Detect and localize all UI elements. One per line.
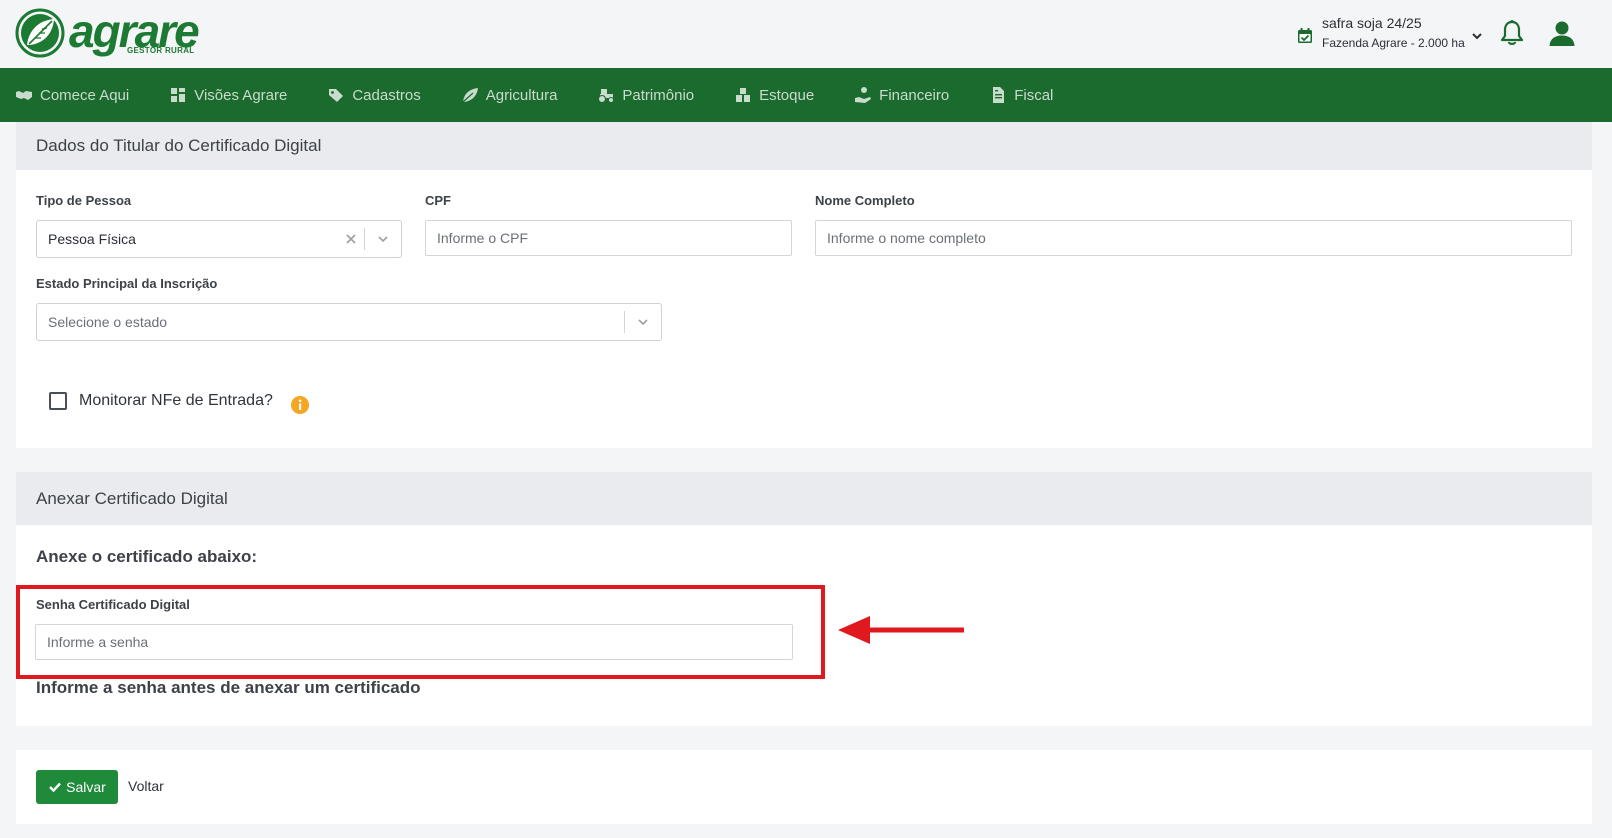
tractor-icon	[598, 89, 615, 103]
cpf-label: CPF	[425, 193, 451, 208]
titular-panel-title: Dados do Titular do Certificado Digital	[16, 122, 1592, 170]
season-name: safra soja 24/25	[1322, 15, 1422, 31]
monitorar-nfe-label[interactable]: Monitorar NFe de Entrada?	[79, 392, 273, 410]
cpf-input[interactable]	[425, 220, 792, 256]
monitorar-nfe-row: Monitorar NFe de Entrada?	[49, 392, 273, 410]
nav-visoes-agrare[interactable]: Visões Agrare	[169, 86, 287, 104]
file-invoice-icon	[993, 87, 1005, 103]
chevron-down-icon[interactable]	[365, 221, 401, 257]
nav-label: Agricultura	[485, 86, 558, 104]
brand-tagline: GESTOR RURAL	[127, 46, 195, 55]
season-selector[interactable]: safra soja 24/25 Fazenda Agrare - 2.000 …	[1296, 14, 1483, 52]
nav-fiscal[interactable]: Fiscal	[989, 86, 1053, 104]
top-bar: agrare GESTOR RURAL safra soja 24/25 Faz…	[0, 0, 1612, 68]
season-farm: Fazenda Agrare - 2.000 ha	[1322, 36, 1465, 50]
annotation-arrow-icon	[838, 616, 964, 644]
nome-completo-input[interactable]	[815, 220, 1572, 256]
nav-financeiro[interactable]: Financeiro	[854, 86, 949, 104]
nav-label: Patrimônio	[622, 86, 695, 104]
senha-hint: Informe a senha antes de anexar um certi…	[36, 678, 421, 697]
hand-coin-icon	[855, 87, 872, 103]
estado-label: Estado Principal da Inscrição	[36, 276, 218, 291]
bell-icon[interactable]	[1499, 19, 1525, 47]
agrare-logo[interactable]: agrare GESTOR RURAL	[15, 8, 200, 58]
check-icon	[49, 782, 62, 793]
annotation-highlight-box	[16, 585, 825, 679]
tipo-pessoa-select[interactable]: Pessoa Física	[36, 220, 402, 258]
nav-label: Visões Agrare	[194, 86, 288, 104]
actions-panel	[16, 750, 1592, 824]
handshake-icon	[16, 91, 32, 100]
boxes-icon	[736, 88, 751, 102]
estado-placeholder: Selecione o estado	[48, 314, 168, 330]
back-link[interactable]: Voltar	[128, 778, 164, 794]
chevron-down-icon[interactable]	[625, 304, 661, 340]
save-button[interactable]: Salvar	[36, 770, 118, 804]
nav-patrimonio[interactable]: Patrimônio	[597, 86, 694, 104]
nav-comece-aqui[interactable]: Comece Aqui	[15, 86, 129, 104]
anexar-panel-title: Anexar Certificado Digital	[16, 472, 1592, 525]
leaf-icon	[462, 88, 478, 103]
tipo-pessoa-value: Pessoa Física	[48, 231, 136, 247]
nav-label: Comece Aqui	[40, 86, 130, 104]
tipo-pessoa-label: Tipo de Pessoa	[36, 193, 132, 208]
leaf-logo-icon	[15, 8, 65, 58]
nav-label: Fiscal	[1014, 86, 1054, 104]
info-icon[interactable]	[290, 395, 310, 415]
nav-label: Estoque	[759, 86, 815, 104]
estado-select[interactable]: Selecione o estado	[36, 303, 662, 341]
chevron-down-icon[interactable]	[1471, 30, 1483, 42]
nav-estoque[interactable]: Estoque	[734, 86, 814, 104]
nav-label: Cadastros	[352, 86, 421, 104]
tags-icon	[329, 89, 344, 102]
clear-icon[interactable]	[338, 221, 364, 257]
save-button-label: Salvar	[66, 779, 106, 795]
main-nav: Comece Aqui Visões Agrare Cadastros Agri…	[0, 68, 1612, 122]
monitorar-nfe-checkbox[interactable]	[49, 392, 67, 410]
nav-cadastros[interactable]: Cadastros	[327, 86, 421, 104]
nav-label: Financeiro	[879, 86, 950, 104]
dashboard-icon	[171, 88, 186, 102]
calendar-check-icon	[1298, 28, 1312, 43]
nav-agricultura[interactable]: Agricultura	[461, 86, 558, 104]
anexar-subheading: Anexe o certificado abaixo:	[36, 547, 258, 566]
nome-completo-label: Nome Completo	[815, 193, 915, 208]
user-icon[interactable]	[1548, 19, 1576, 47]
